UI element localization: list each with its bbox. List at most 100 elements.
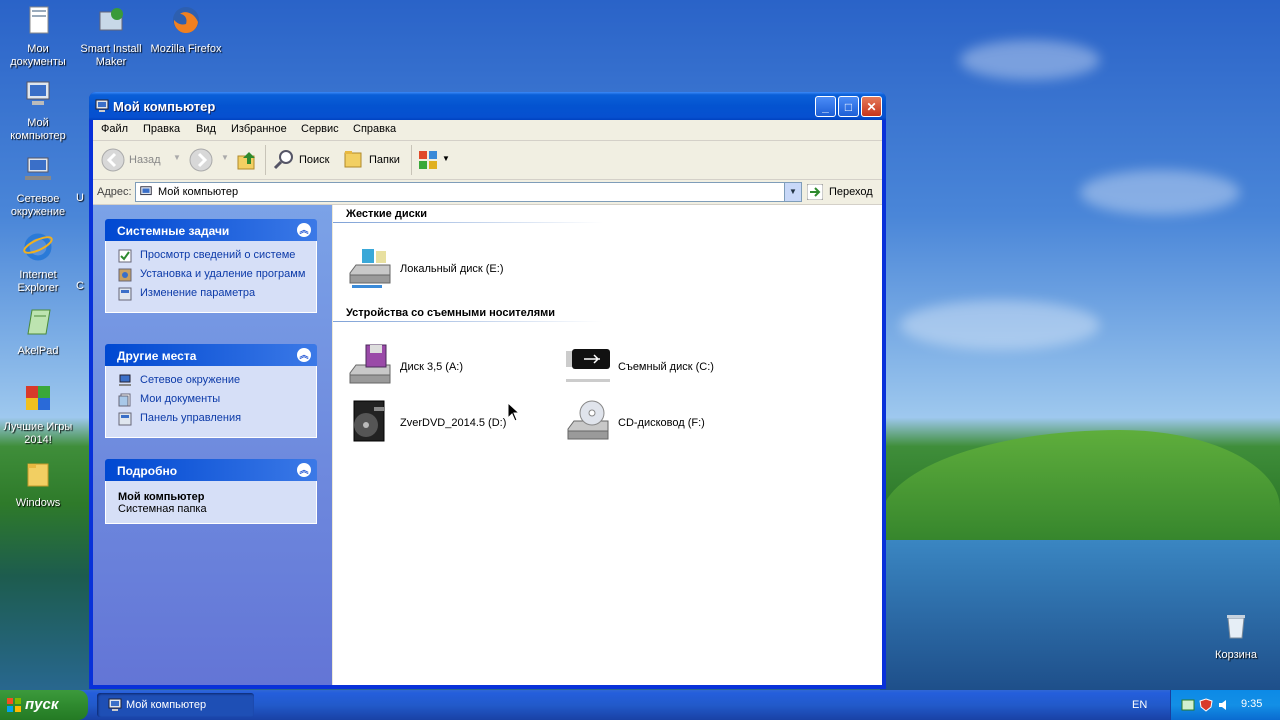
minimize-button[interactable]: _ <box>815 96 836 117</box>
drive-local-e[interactable]: Локальный диск (E:) <box>346 243 556 293</box>
desktop-icon-recycle-bin[interactable]: Корзина <box>1198 610 1274 662</box>
network-tray-icon[interactable] <box>1181 698 1195 712</box>
drive-dvd-d[interactable]: ZverDVD_2014.5 (D:) <box>346 397 556 447</box>
mouse-cursor-icon <box>507 402 521 422</box>
other-places-title: Другие места <box>117 349 197 363</box>
internet-explorer-icon <box>23 233 53 261</box>
place-label: Панель управления <box>140 412 242 424</box>
folder-icon <box>27 463 49 487</box>
system-tray: 9:35 <box>1170 690 1280 720</box>
installer-icon <box>99 8 123 31</box>
windows-logo-icon <box>7 698 21 712</box>
place-my-documents[interactable]: Мои документы <box>118 393 308 407</box>
system-tasks-header[interactable]: Системные задачи ︽ <box>105 219 317 241</box>
firefox-icon <box>173 7 199 34</box>
folders-label: Папки <box>369 154 400 166</box>
task-label: Изменение параметра <box>140 287 256 299</box>
back-label: Назад <box>129 154 161 166</box>
security-tray-icon[interactable] <box>1199 698 1213 712</box>
menu-edit[interactable]: Правка <box>143 123 180 135</box>
menu-view[interactable]: Вид <box>196 123 216 135</box>
start-button[interactable]: пуск <box>0 690 88 720</box>
desktop-icon-label: Корзина <box>1215 649 1257 661</box>
desktop-icon-best-games[interactable]: Лучшие Игры 2014! <box>0 382 76 447</box>
other-places-header[interactable]: Другие места ︽ <box>105 344 317 366</box>
details-header[interactable]: Подробно ︽ <box>105 459 317 481</box>
hard-disk-icon <box>349 249 391 288</box>
desktop-icon-label: Smart Install Maker <box>80 43 142 68</box>
desktop-icon-network[interactable]: Сетевое окружение <box>0 154 76 219</box>
computer-icon <box>108 698 122 711</box>
add-remove-programs-icon <box>118 268 132 282</box>
place-network[interactable]: Сетевое окружение <box>118 374 308 387</box>
go-label: Переход <box>829 186 873 198</box>
desktop-icon-label: Internet Explorer <box>17 269 59 294</box>
taskbar-item-my-computer[interactable]: Мой компьютер <box>97 693 254 717</box>
desktop-icon-label: Мои документы <box>10 43 66 68</box>
address-dropdown-button[interactable]: ▼ <box>784 183 801 201</box>
explorer-window: Мой компьютер _ □ ✕ Файл Правка Вид Избр… <box>89 92 886 689</box>
place-control-panel[interactable]: Панель управления <box>118 412 308 426</box>
menu-file[interactable]: Файл <box>101 123 128 135</box>
collapse-chevron-icon[interactable]: ︽ <box>297 348 311 362</box>
desktop-icon-my-documents[interactable]: Мои документы <box>0 4 76 69</box>
forward-button[interactable] <box>189 148 213 172</box>
menu-favorites[interactable]: Избранное <box>231 123 287 135</box>
drive-cd-f[interactable]: CD-дисковод (F:) <box>564 397 774 447</box>
control-panel-icon <box>118 287 132 301</box>
desktop-icon-label: Windows <box>15 497 61 509</box>
network-icon <box>25 157 51 180</box>
other-places-body: Сетевое окружение Мои документы Панель у… <box>105 366 317 438</box>
drive-removable-c[interactable]: Съемный диск (C:) <box>564 341 774 391</box>
go-button[interactable]: Переход <box>807 182 879 202</box>
desktop-icon-my-computer[interactable]: Мой компьютер <box>0 78 76 143</box>
control-panel-icon <box>118 412 132 426</box>
place-label: Мои документы <box>140 393 221 405</box>
menu-tools[interactable]: Сервис <box>301 123 339 135</box>
akelpad-icon <box>27 309 51 335</box>
folders-button[interactable]: Папки <box>343 147 405 173</box>
menu-help[interactable]: Справка <box>353 123 396 135</box>
close-button[interactable]: ✕ <box>861 96 882 117</box>
back-dropdown-icon[interactable]: ▼ <box>173 153 181 162</box>
desktop-icon-windows-folder[interactable]: Windows <box>0 458 76 510</box>
task-pane: Системные задачи ︽ Просмотр сведений о с… <box>93 205 332 685</box>
maximize-button[interactable]: □ <box>838 96 859 117</box>
details-name: Мой компьютер <box>118 491 205 503</box>
drive-floppy-a[interactable]: Диск 3,5 (A:) <box>346 341 556 391</box>
drive-label: ZverDVD_2014.5 (D:) <box>400 417 507 429</box>
forward-dropdown-icon[interactable]: ▼ <box>221 153 229 162</box>
desktop-icon-smart-install-maker[interactable]: Smart Install Maker <box>73 4 149 69</box>
search-label: Поиск <box>299 154 330 166</box>
drive-label: Локальный диск (E:) <box>400 263 504 275</box>
desktop-icon-internet-explorer[interactable]: Internet Explorer <box>0 230 76 295</box>
drive-label: Диск 3,5 (A:) <box>400 361 464 373</box>
hard-disks-heading: Жесткие диски <box>346 208 427 220</box>
language-indicator[interactable]: EN <box>1132 699 1147 711</box>
documents-icon <box>29 6 49 34</box>
up-folder-button[interactable] <box>235 148 259 172</box>
views-button[interactable]: ▼ <box>417 149 453 171</box>
desktop-icon-firefox[interactable]: Mozilla Firefox <box>148 4 224 56</box>
up-folder-icon <box>237 152 255 170</box>
other-places-panel: Другие места ︽ Сетевое окружение Мои док… <box>105 344 317 438</box>
desktop-partial-label: U <box>76 192 84 204</box>
back-button[interactable]: Назад <box>101 147 173 173</box>
volume-tray-icon[interactable] <box>1217 698 1231 712</box>
collapse-chevron-icon[interactable]: ︽ <box>297 223 311 237</box>
task-view-system-info[interactable]: Просмотр сведений о системе <box>118 249 308 263</box>
folders-icon <box>344 151 362 168</box>
title-bar[interactable]: Мой компьютер _ □ ✕ <box>89 92 886 120</box>
search-button[interactable]: Поиск <box>273 147 335 173</box>
desktop-icon-label: AkelPad <box>17 345 59 357</box>
drive-label: CD-дисковод (F:) <box>618 417 705 429</box>
task-add-remove-programs[interactable]: Установка и удаление программ <box>118 268 308 282</box>
collapse-chevron-icon[interactable]: ︽ <box>297 463 311 477</box>
address-input[interactable]: Мой компьютер ▼ <box>135 182 802 202</box>
computer-icon <box>140 186 152 196</box>
window-body: Файл Правка Вид Избранное Сервис Справка… <box>93 120 882 685</box>
clock[interactable]: 9:35 <box>1241 698 1262 710</box>
task-change-setting[interactable]: Изменение параметра <box>118 287 308 301</box>
task-label: Просмотр сведений о системе <box>140 249 296 261</box>
desktop-icon-akelpad[interactable]: AkelPad <box>0 306 76 358</box>
